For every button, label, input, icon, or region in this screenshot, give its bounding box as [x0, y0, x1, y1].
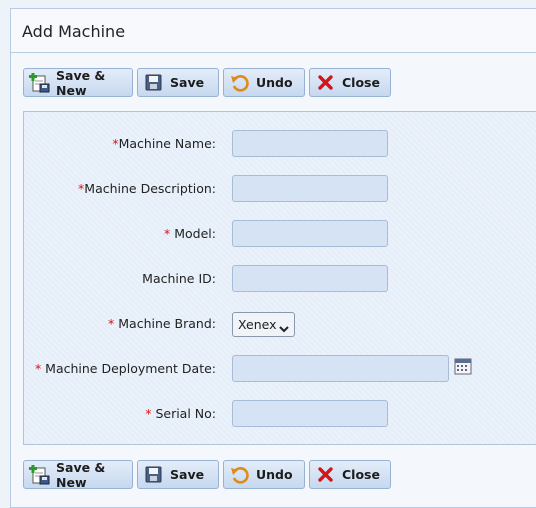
machine-description-label-text: Machine Description:	[84, 181, 216, 196]
close-button[interactable]: Close	[309, 460, 391, 489]
serial-no-row: * Serial No:	[24, 400, 536, 428]
machine-name-label: *Machine Name:	[112, 136, 216, 151]
calendar-icon[interactable]	[454, 357, 472, 375]
machine-brand-select[interactable]: Xenex	[232, 312, 295, 337]
undo-button[interactable]: Undo	[223, 460, 305, 489]
model-input[interactable]	[232, 220, 388, 247]
undo-button[interactable]: Undo	[223, 68, 305, 97]
serial-no-label: * Serial No:	[145, 406, 216, 421]
undo-icon	[229, 465, 251, 485]
close-label: Close	[342, 75, 380, 90]
machine-description-input[interactable]	[232, 175, 388, 202]
save-and-new-button[interactable]: Save & New	[23, 459, 133, 490]
add-machine-window: Add Machine Save & New Save Undo Close *…	[10, 8, 536, 508]
machine-name-input[interactable]	[232, 130, 388, 157]
close-x-icon	[315, 73, 337, 93]
title-bar: Add Machine	[11, 9, 536, 53]
machine-name-label-text: Machine Name:	[118, 136, 216, 151]
save-button[interactable]: Save	[137, 68, 219, 97]
chevron-down-icon	[279, 321, 289, 336]
model-label-text: Model:	[174, 226, 216, 241]
save-and-new-label: Save & New	[56, 459, 106, 490]
required-marker: *	[34, 361, 42, 376]
save-label: Save	[170, 467, 205, 482]
close-button[interactable]: Close	[309, 68, 391, 97]
machine-id-input[interactable]	[232, 265, 388, 292]
machine-brand-label: * Machine Brand:	[108, 316, 216, 331]
machine-brand-label-text: Machine Brand:	[118, 316, 216, 331]
machine-brand-selected-value: Xenex	[238, 317, 277, 332]
machine-brand-row: * Machine Brand: Xenex	[24, 310, 536, 338]
machine-id-row: Machine ID:	[24, 265, 536, 293]
save-and-new-button[interactable]: Save & New	[23, 67, 133, 98]
floppy-disk-icon	[143, 465, 165, 485]
required-marker: *	[108, 316, 115, 331]
required-marker: *	[164, 226, 171, 241]
serial-no-input[interactable]	[232, 400, 388, 427]
save-and-new-label: Save & New	[56, 67, 106, 98]
save-label: Save	[170, 75, 205, 90]
save-new-icon	[29, 72, 51, 93]
machine-deployment-date-input[interactable]	[232, 355, 449, 382]
machine-form: *Machine Name: *Machine Description: * M…	[23, 111, 536, 445]
machine-id-label: Machine ID:	[142, 271, 216, 286]
machine-description-label: *Machine Description:	[78, 181, 216, 196]
machine-deployment-date-label-text: Machine Deployment Date:	[45, 361, 216, 376]
close-x-icon	[315, 465, 337, 485]
required-marker: *	[145, 406, 152, 421]
undo-label: Undo	[256, 75, 293, 90]
undo-label: Undo	[256, 467, 293, 482]
machine-deployment-date-row: * Machine Deployment Date:	[24, 355, 536, 383]
serial-no-label-text: Serial No:	[155, 406, 216, 421]
machine-id-label-text: Machine ID:	[142, 271, 216, 286]
page-title: Add Machine	[22, 22, 126, 41]
save-new-icon	[29, 464, 51, 485]
machine-deployment-date-label: * Machine Deployment Date:	[35, 361, 216, 376]
undo-icon	[229, 73, 251, 93]
save-button[interactable]: Save	[137, 460, 219, 489]
model-row: * Model:	[24, 220, 536, 248]
machine-description-row: *Machine Description:	[24, 175, 536, 203]
close-label: Close	[342, 467, 380, 482]
machine-name-row: *Machine Name:	[24, 130, 536, 158]
floppy-disk-icon	[143, 73, 165, 93]
model-label: * Model:	[164, 226, 216, 241]
